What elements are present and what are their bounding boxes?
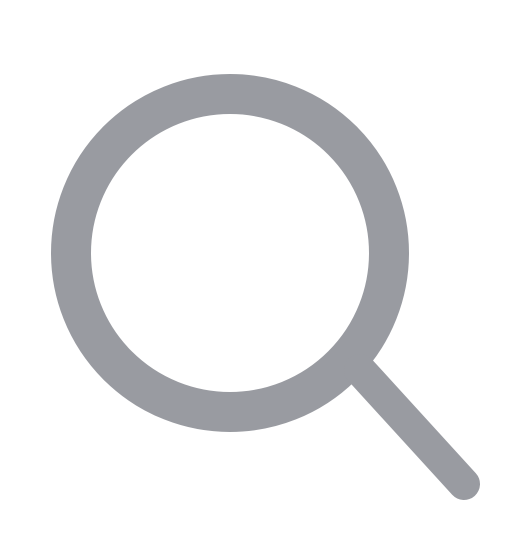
- search-icon[interactable]: [0, 0, 512, 538]
- icon-canvas: [0, 0, 512, 538]
- search-icon-handle: [344, 354, 480, 500]
- search-icon-graphic: [51, 74, 480, 500]
- search-icon-lens: [51, 74, 409, 432]
